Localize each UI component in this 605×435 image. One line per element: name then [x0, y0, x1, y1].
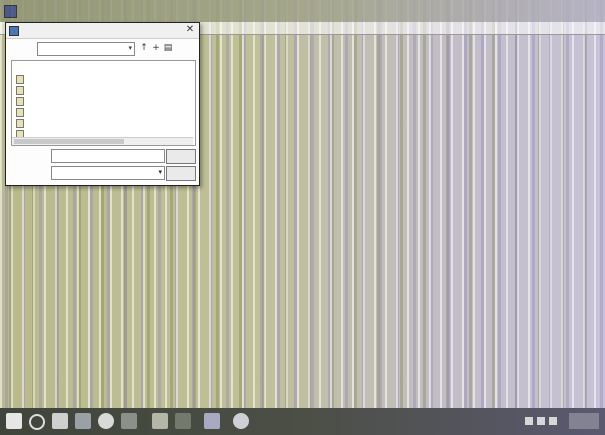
search-icon[interactable] — [29, 414, 45, 430]
file-name-row — [11, 149, 196, 164]
file-type-dropdown[interactable]: ▾ — [51, 166, 165, 180]
app-icon — [4, 5, 17, 18]
file-name-input[interactable] — [51, 149, 165, 163]
open-button[interactable] — [166, 149, 196, 164]
taskbar-app-icon[interactable] — [152, 413, 168, 429]
document-icon — [16, 97, 24, 106]
chevron-down-icon: ▾ — [158, 168, 162, 176]
cancel-button[interactable] — [166, 166, 196, 181]
new-folder-icon[interactable]: + — [151, 43, 161, 53]
dialog-app-icon — [9, 26, 19, 36]
look-in-row: ▾ ↑ + ▤ — [11, 42, 194, 56]
document-icon — [16, 119, 24, 128]
chevron-down-icon: ▾ — [128, 44, 132, 52]
system-tray — [521, 413, 599, 429]
list-item[interactable] — [16, 96, 191, 106]
document-icon — [16, 86, 24, 95]
look-in-dropdown[interactable]: ▾ — [37, 42, 135, 56]
list-item[interactable] — [16, 85, 191, 95]
tray-icon[interactable] — [537, 417, 545, 425]
taskbar-app-icon[interactable] — [121, 413, 137, 429]
up-folder-icon[interactable]: ↑ — [139, 43, 149, 53]
document-icon — [16, 75, 24, 84]
view-menu-icon[interactable]: ▤ — [163, 43, 173, 53]
file-type-row: ▾ — [11, 166, 196, 181]
taskbar-app-icon[interactable] — [233, 413, 249, 429]
windows-start-icon[interactable] — [6, 413, 22, 429]
taskbar-app-icon[interactable] — [98, 413, 114, 429]
dialog-titlebar[interactable]: ✕ — [6, 23, 199, 39]
horizontal-scrollbar[interactable] — [12, 137, 193, 145]
document-icon — [16, 108, 24, 117]
tray-icon[interactable] — [549, 417, 557, 425]
scrollbar-thumb[interactable] — [14, 139, 124, 144]
close-icon[interactable]: ✕ — [184, 24, 196, 36]
background-window-titlebar[interactable] — [0, 0, 605, 22]
file-list[interactable] — [11, 60, 196, 146]
clock[interactable] — [569, 413, 599, 429]
list-item[interactable] — [16, 107, 191, 117]
tray-icon[interactable] — [525, 417, 533, 425]
list-item[interactable] — [16, 118, 191, 128]
taskbar — [0, 408, 605, 435]
taskbar-app-icon[interactable] — [204, 413, 220, 429]
taskbar-app-icon[interactable] — [75, 413, 91, 429]
list-item[interactable] — [16, 74, 191, 84]
taskbar-app-icon[interactable] — [175, 413, 191, 429]
file-explorer-icon[interactable] — [52, 413, 68, 429]
open-file-dialog: ✕ ▾ ↑ + ▤ ▾ — [5, 22, 200, 186]
